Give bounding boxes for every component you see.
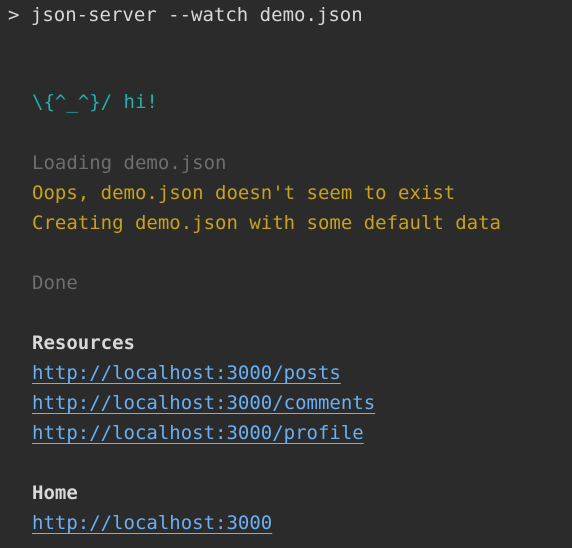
resource-link-posts[interactable]: http://localhost:3000/posts [32, 358, 341, 388]
prompt-symbol: > [8, 4, 20, 26]
loading-message: Loading demo.json [32, 152, 227, 174]
command-prompt: > json-server --watch demo.json [8, 0, 363, 30]
resource-link-profile[interactable]: http://localhost:3000/profile [32, 418, 364, 448]
resource-link-comments[interactable]: http://localhost:3000/comments [32, 388, 375, 418]
creating-message: Creating demo.json with some default dat… [32, 212, 501, 234]
done-message: Done [32, 272, 78, 294]
greeting-text: \{^_^}/ hi! [32, 91, 158, 113]
home-link[interactable]: http://localhost:3000 [32, 508, 272, 538]
command-text: json-server --watch demo.json [30, 4, 363, 26]
resources-heading: Resources [32, 332, 135, 354]
terminal-window: > json-server --watch demo.json \{^_^}/ … [0, 0, 572, 548]
oops-message: Oops, demo.json doesn't seem to exist [32, 182, 456, 204]
home-heading: Home [32, 482, 78, 504]
